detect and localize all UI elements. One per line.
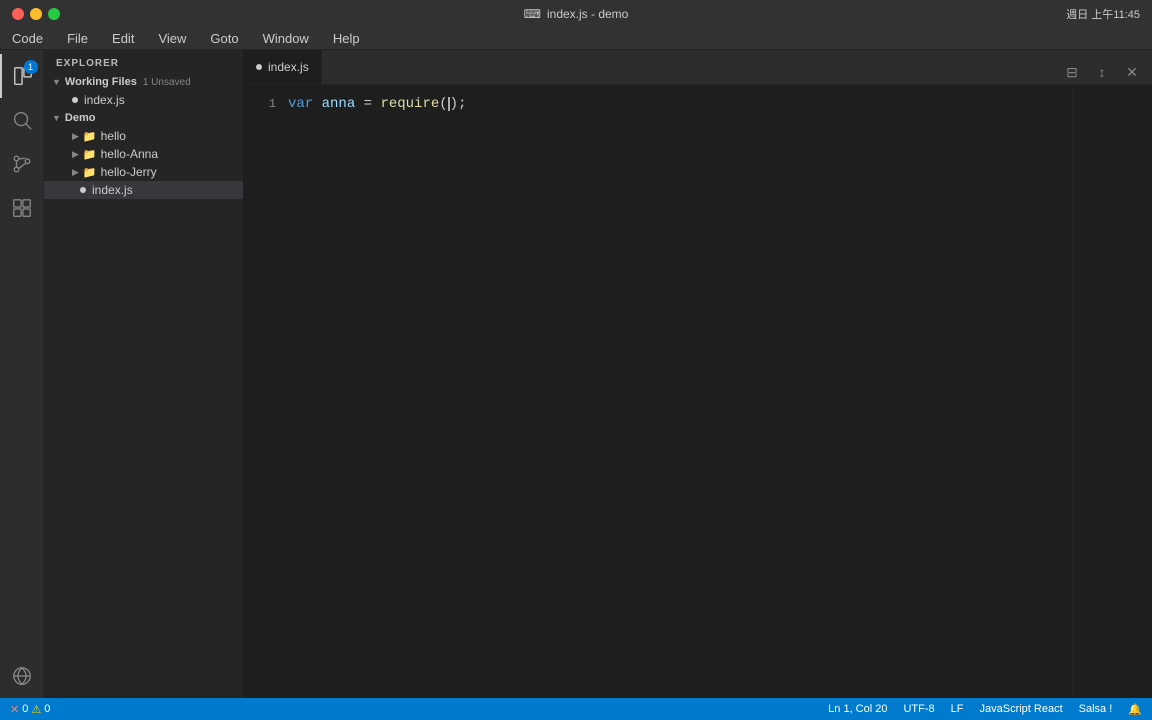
demo-label: Demo bbox=[65, 112, 96, 124]
sidebar-header: Explorer bbox=[44, 50, 243, 73]
chevron-down-icon-demo: ▼ bbox=[52, 113, 61, 123]
chevron-right-icon: ▶ bbox=[72, 131, 79, 142]
error-count: 0 bbox=[22, 703, 28, 715]
folder-hello-anna-label: hello-Anna bbox=[101, 147, 158, 161]
status-left: ✕ 0 ⚠ 0 bbox=[8, 703, 52, 716]
working-files-header[interactable]: ▼ Working Files 1 Unsaved bbox=[44, 73, 243, 91]
line-number-1: 1 bbox=[244, 93, 276, 115]
folder-hello-anna[interactable]: ▶ 📁 hello-Anna bbox=[44, 145, 243, 163]
status-position[interactable]: Ln 1, Col 20 bbox=[826, 703, 889, 715]
menu-edit[interactable]: Edit bbox=[108, 31, 138, 46]
status-errors[interactable]: ✕ 0 ⚠ 0 bbox=[8, 703, 52, 716]
chevron-right-icon: ▶ bbox=[72, 149, 79, 160]
working-files-badge: 1 Unsaved bbox=[143, 77, 191, 88]
status-language[interactable]: JavaScript React bbox=[978, 703, 1065, 715]
folder-icon: 📁 bbox=[83, 148, 97, 161]
maximize-button[interactable] bbox=[48, 8, 60, 20]
semicolon: ; bbox=[458, 93, 466, 115]
explorer-badge: 1 bbox=[24, 60, 38, 74]
line-numbers: 1 bbox=[244, 85, 284, 698]
folder-hello-jerry-label: hello-Jerry bbox=[101, 165, 157, 179]
unsaved-dot bbox=[72, 97, 78, 103]
tab-index-js[interactable]: index.js bbox=[244, 50, 322, 84]
folder-hello-jerry[interactable]: ▶ 📁 hello-Jerry bbox=[44, 163, 243, 181]
status-encoding[interactable]: UTF-8 bbox=[901, 703, 936, 715]
menu-window[interactable]: Window bbox=[259, 31, 313, 46]
window-title: ⌨ index.js - demo bbox=[524, 7, 629, 21]
code-line-1: var anna = require ( ) ; bbox=[284, 93, 1072, 115]
line-ending-label: LF bbox=[951, 703, 964, 715]
file-unsaved-dot bbox=[80, 187, 86, 193]
status-notifications[interactable]: 🔔 bbox=[1126, 703, 1144, 716]
close-editor-button[interactable]: ✕ bbox=[1120, 60, 1144, 84]
menu-view[interactable]: View bbox=[154, 31, 190, 46]
chevron-down-icon: ▼ bbox=[52, 77, 61, 87]
folder-hello-label: hello bbox=[101, 129, 126, 143]
main-layout: 1 bbox=[0, 50, 1152, 698]
paren-open: ( bbox=[439, 93, 447, 115]
theme-label: Salsa ! bbox=[1079, 703, 1113, 715]
menu-goto[interactable]: Goto bbox=[206, 31, 242, 46]
title-bar-right: 週日 上午11:45 bbox=[1066, 6, 1140, 22]
error-icon: ✕ bbox=[10, 703, 19, 716]
keyword-var: var bbox=[288, 93, 313, 115]
chevron-right-icon: ▶ bbox=[72, 167, 79, 178]
activity-bar: 1 bbox=[0, 50, 44, 698]
file-index-js-label: index.js bbox=[92, 183, 133, 197]
editor-with-minimap: 1 var anna = require ( ) ; bbox=[244, 85, 1152, 698]
menu-help[interactable]: Help bbox=[329, 31, 364, 46]
encoding-label: UTF-8 bbox=[903, 703, 934, 715]
folder-icon: 📁 bbox=[83, 166, 97, 179]
status-theme[interactable]: Salsa ! bbox=[1077, 703, 1115, 715]
working-file-label: index.js bbox=[84, 93, 125, 107]
title-bar: ⌨ index.js - demo 週日 上午11:45 bbox=[0, 0, 1152, 28]
sidebar-item-remote[interactable] bbox=[0, 654, 44, 698]
minimap bbox=[1072, 85, 1152, 698]
close-button[interactable] bbox=[12, 8, 24, 20]
sidebar-item-source-control[interactable] bbox=[0, 142, 44, 186]
status-bar: ✕ 0 ⚠ 0 Ln 1, Col 20 UTF-8 LF JavaScript… bbox=[0, 698, 1152, 720]
time-display: 週日 上午11:45 bbox=[1066, 6, 1140, 22]
menu-code[interactable]: Code bbox=[8, 31, 47, 46]
file-index-js[interactable]: index.js bbox=[44, 181, 243, 199]
status-right: Ln 1, Col 20 UTF-8 LF JavaScript React S… bbox=[826, 703, 1144, 716]
language-label: JavaScript React bbox=[980, 703, 1063, 715]
open-changes-button[interactable]: ↕ bbox=[1090, 60, 1114, 84]
code-editor[interactable]: 1 var anna = require ( ) ; bbox=[244, 85, 1072, 698]
folder-icon: 📁 bbox=[83, 130, 97, 143]
variable-anna: anna bbox=[322, 93, 356, 115]
editor-area: index.js ⊟ ↕ ✕ 1 var anna = requi bbox=[244, 50, 1152, 698]
position-label: Ln 1, Col 20 bbox=[828, 703, 887, 715]
tab-label: index.js bbox=[268, 60, 309, 74]
title-icon: ⌨ bbox=[524, 7, 541, 21]
paren-close: ) bbox=[450, 93, 458, 115]
code-content[interactable]: var anna = require ( ) ; bbox=[284, 85, 1072, 698]
operator-eq: = bbox=[364, 93, 372, 115]
warning-icon: ⚠ bbox=[31, 703, 41, 716]
sidebar: Explorer ▼ Working Files 1 Unsaved index… bbox=[44, 50, 244, 698]
tab-bar: index.js ⊟ ↕ ✕ bbox=[244, 50, 1152, 85]
tab-unsaved-dot bbox=[256, 64, 262, 70]
tab-right-actions: ⊟ ↕ ✕ bbox=[1052, 60, 1152, 84]
working-file-index-js[interactable]: index.js bbox=[44, 91, 243, 109]
split-editor-button[interactable]: ⊟ bbox=[1060, 60, 1084, 84]
menu-bar: Code File Edit View Goto Window Help bbox=[0, 28, 1152, 50]
notification-icon: 🔔 bbox=[1128, 703, 1142, 716]
menu-file[interactable]: File bbox=[63, 31, 92, 46]
folder-hello[interactable]: ▶ 📁 hello bbox=[44, 127, 243, 145]
working-files-label: Working Files bbox=[65, 76, 137, 88]
function-require: require bbox=[380, 93, 439, 115]
sidebar-item-explorer[interactable]: 1 bbox=[0, 54, 44, 98]
traffic-lights bbox=[12, 8, 60, 20]
warning-count: 0 bbox=[44, 703, 50, 715]
sidebar-item-search[interactable] bbox=[0, 98, 44, 142]
sidebar-item-extensions[interactable] bbox=[0, 186, 44, 230]
minimize-button[interactable] bbox=[30, 8, 42, 20]
demo-folder-header[interactable]: ▼ Demo bbox=[44, 109, 243, 127]
status-line-ending[interactable]: LF bbox=[949, 703, 966, 715]
